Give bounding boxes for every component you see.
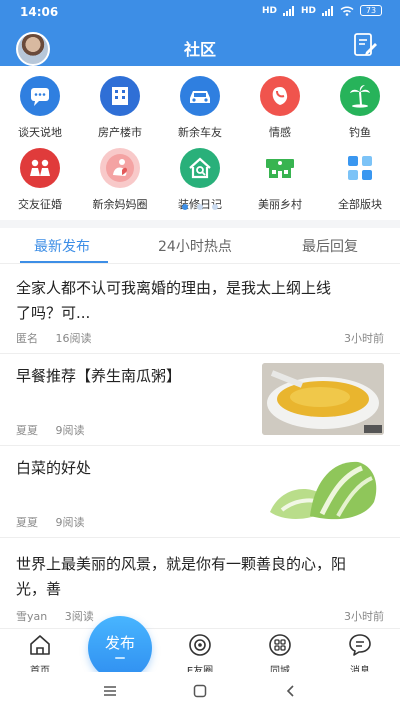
category-item-dating[interactable]: 交友征婚 [0, 138, 80, 211]
post-meta: 夏夏 9阅读 [16, 514, 99, 530]
nav-local[interactable]: 同城 [250, 633, 310, 677]
page-indicator [0, 204, 400, 210]
post-meta: 雪yan 3阅读 [16, 608, 108, 624]
heart-face-icon [260, 76, 300, 116]
post-title-line: 光，善 [16, 580, 62, 598]
post-time: 3小时前 [344, 610, 384, 623]
car-icon [180, 76, 220, 116]
post-reads: 9阅读 [55, 424, 85, 437]
post-thumbnail-cabbage [262, 454, 384, 526]
mother-icon [100, 148, 140, 188]
bottom-nav: 首页 E友圈 同城 消息 [0, 628, 400, 677]
post-author: 夏夏 [16, 516, 38, 529]
tab-24h-hot[interactable]: 24小时热点 [158, 236, 232, 256]
post-title: 早餐推荐【养生南瓜粥】 [16, 367, 182, 385]
publish-bar [115, 657, 125, 659]
signal-bars-icon [282, 5, 294, 16]
page-dot [182, 204, 188, 210]
list-item[interactable]: 世界上最美丽的风景，就是你有一颗善良的心，阳 光，善 雪yan 3阅读 3小时前 [0, 538, 400, 628]
section-divider [0, 220, 400, 228]
page-dot [212, 204, 218, 210]
post-time: 3小时前 [344, 332, 384, 345]
post-author: 夏夏 [16, 424, 38, 437]
edit-icon[interactable] [352, 32, 378, 58]
category-item-emotion[interactable]: 情感 [240, 66, 320, 139]
message-icon [349, 634, 371, 656]
couple-icon [20, 148, 60, 188]
palm-icon [340, 76, 380, 116]
battery-icon: 73 [360, 5, 382, 16]
status-icons: HD HD 73 [262, 5, 382, 16]
home-square-icon[interactable] [193, 684, 207, 698]
category-item-realestate[interactable]: 房产楼市 [80, 66, 160, 139]
post-reads: 9阅读 [55, 516, 85, 529]
status-bar: 14:06 HD HD 73 [0, 0, 400, 26]
house-search-icon [180, 148, 220, 188]
list-item[interactable]: 全家人都不认可我离婚的理由，是我太上纲上线 了吗？可... 匿名 16阅读 3小… [0, 264, 400, 354]
post-meta: 匿名 16阅读 [16, 330, 106, 346]
post-title-line: 了吗？可... [16, 304, 91, 322]
signal-icon: HD [261, 5, 277, 16]
grid-circle-icon [269, 634, 291, 656]
category-item-decoration[interactable]: 装修日记 [160, 138, 240, 211]
camera-lens-icon [189, 634, 211, 656]
tab-latest[interactable]: 最新发布 [34, 236, 90, 256]
category-item-all[interactable]: 全部版块 [320, 138, 400, 211]
category-item-village[interactable]: 美丽乡村 [240, 138, 320, 211]
nav-efriends[interactable]: E友圈 [170, 633, 230, 677]
post-author: 匿名 [16, 332, 38, 345]
post-meta: 夏夏 9阅读 [16, 422, 99, 438]
status-time: 14:06 [20, 5, 59, 19]
post-thumbnail-porridge [262, 363, 384, 435]
nav-messages[interactable]: 消息 [330, 633, 390, 677]
home-icon [30, 635, 50, 655]
category-item-moms[interactable]: 新余妈妈圈 [80, 138, 160, 211]
category-item-cars[interactable]: 新余车友 [160, 66, 240, 139]
post-title-line: 世界上最美丽的风景，就是你有一颗善良的心，阳 [16, 555, 347, 573]
system-nav-bar [0, 672, 400, 711]
post-author: 雪yan [16, 610, 48, 623]
wifi-icon [340, 5, 354, 16]
post-title: 全家人都不认可我离婚的理由，是我太上纲上线 了吗？可... [16, 276, 331, 326]
category-item-chat[interactable]: 谈天说地 [0, 66, 80, 139]
list-item[interactable]: 早餐推荐【养生南瓜粥】 夏夏 9阅读 [0, 354, 400, 446]
tab-last-reply[interactable]: 最后回复 [302, 236, 358, 256]
menu-icon[interactable] [103, 684, 117, 698]
publish-button[interactable]: 发布 [88, 616, 152, 680]
top-bar: 14:06 HD HD 73 社区 [0, 0, 400, 66]
post-reads: 16阅读 [55, 332, 92, 345]
feed-tabs: 最新发布 24小时热点 最后回复 [0, 228, 400, 264]
village-icon [260, 148, 300, 188]
app-header: 社区 [0, 26, 400, 66]
signal-icon-2: HD [300, 5, 316, 16]
list-item[interactable]: 白菜的好处 夏夏 9阅读 [0, 446, 400, 538]
publish-label: 发布 [104, 634, 135, 652]
chat-icon [20, 76, 60, 116]
post-title-line: 全家人都不认可我离婚的理由，是我太上纲上线 [16, 279, 332, 297]
back-icon[interactable] [284, 684, 298, 698]
category-item-fishing[interactable]: 钓鱼 [320, 66, 400, 139]
page-title: 社区 [183, 40, 216, 59]
nav-home[interactable]: 首页 [10, 633, 70, 677]
category-grid: 谈天说地 房产楼市 新余车友 情感 钓鱼 交友征婚 新余妈妈圈 美丽乡村 全部版… [0, 66, 400, 218]
signal-bars-icon-2 [322, 5, 333, 16]
post-title: 白菜的好处 [16, 459, 92, 477]
post-title: 世界上最美丽的风景，就是你有一颗善良的心，阳 光，善 [16, 552, 346, 602]
page-dot [197, 204, 203, 210]
post-reads: 3阅读 [64, 610, 94, 623]
all-sections-icon [340, 148, 380, 188]
building-icon [100, 76, 140, 116]
active-tab-indicator [20, 261, 108, 263]
